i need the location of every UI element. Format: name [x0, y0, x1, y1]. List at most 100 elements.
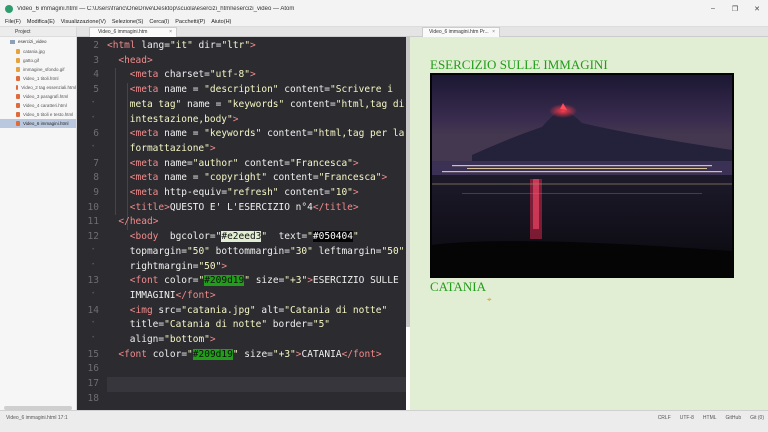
- code-token: <html: [107, 40, 142, 51]
- catania-night-photo: [430, 73, 734, 278]
- menu-help[interactable]: Aiuto(H): [211, 19, 231, 25]
- code-token: <body: [129, 231, 170, 243]
- tree-file-item[interactable]: Video_1 titoli.html: [0, 74, 76, 83]
- tree-file-label: Video_3 paragrafi.html: [23, 94, 69, 99]
- code-line[interactable]: align="bottom">: [130, 333, 216, 348]
- line-number: 5: [93, 84, 99, 96]
- minimize-icon[interactable]: –: [702, 5, 724, 12]
- line-number-gutter: 2 3 4 5 • • 6 • 7 8 9 10 11 12 • • 13 • 14 • • 15 16 17 18: [77, 37, 104, 410]
- code-editor[interactable]: 2 3 4 5 • • 6 • 7 8 9 10 11 12 • • 13 • 14 • • 15 16 17 18 <html…: [77, 37, 406, 410]
- line-number: 4: [93, 69, 99, 81]
- tree-file-item[interactable]: Video_2 tag essenziali.html: [0, 83, 76, 92]
- code-token: CATANIA: [301, 348, 342, 360]
- wrap-marker: •: [91, 334, 95, 341]
- code-line[interactable]: <meta name = "description" content="Scri…: [130, 83, 393, 98]
- line-number: 11: [87, 216, 99, 228]
- code-token: >: [381, 172, 388, 184]
- code-token: ESERCIZIO SULLE: [312, 275, 399, 287]
- code-token: >: [352, 187, 359, 198]
- catania-photo-image: [432, 75, 732, 276]
- line-number: 16: [87, 363, 99, 375]
- menu-find[interactable]: Cerca(I): [149, 19, 169, 25]
- code-token: "50": [381, 245, 405, 257]
- code-token: "bottom": [164, 334, 210, 345]
- tree-file-item[interactable]: immagine_sfondo.gif: [0, 65, 76, 74]
- code-line[interactable]: <font color="#209d19" size="+3">CATANIA<…: [118, 348, 382, 363]
- menu-edit[interactable]: Modifica(E): [27, 19, 55, 25]
- code-line[interactable]: <meta name = "copyright" content="France…: [130, 171, 387, 186]
- status-git[interactable]: Git (0): [750, 415, 764, 421]
- code-token: <meta: [129, 157, 165, 169]
- code-token: <meta: [129, 172, 165, 184]
- status-file-position[interactable]: Video_6 immagini.html 17:1: [6, 415, 68, 421]
- editor-tab[interactable]: Video_6 immagini.htm ×: [89, 27, 177, 37]
- preview-tab[interactable]: Video_6 immagini.htm Pr... ×: [422, 27, 500, 37]
- code-line[interactable]: <html lang="it" dir="ltr">: [107, 39, 256, 54]
- status-github[interactable]: GitHub: [726, 415, 742, 421]
- code-line[interactable]: intestazione,body">: [130, 113, 239, 128]
- code-line[interactable]: <meta name = "keywords" content="html,ta…: [130, 127, 405, 142]
- menu-view[interactable]: Visualizzazione(V): [61, 19, 106, 25]
- status-line-ending[interactable]: CRLF: [658, 415, 671, 421]
- tree-file-item[interactable]: Video_6 immagini.html: [0, 119, 76, 128]
- code-line[interactable]: IMMAGINI</font>: [130, 289, 216, 304]
- code-token: size=: [244, 348, 273, 360]
- wrap-marker: •: [91, 142, 95, 150]
- code-token: "+3": [272, 348, 296, 360]
- code-line[interactable]: <meta name="author" content="Francesca">: [130, 157, 359, 172]
- code-token: lang=: [141, 40, 170, 51]
- code-line[interactable]: <title>QUESTO E' L'ESERCIZIO n°4</title>: [130, 201, 359, 216]
- code-line[interactable]: meta tag" name = "keywords" content="htm…: [130, 98, 405, 113]
- project-tab[interactable]: Project: [0, 27, 76, 37]
- code-token: "refresh": [227, 187, 285, 198]
- code-token: #209d19: [204, 275, 245, 287]
- code-token: name=: [164, 157, 193, 169]
- editor-tab-bar: Video_6 immagini.htm ×: [77, 27, 410, 37]
- maximize-icon[interactable]: ❐: [724, 5, 746, 13]
- code-area[interactable]: <html lang="it" dir="ltr"> <head> <meta ch…: [107, 37, 406, 410]
- menu-file[interactable]: File(F): [5, 19, 21, 25]
- menu-selection[interactable]: Selezione(S): [112, 19, 144, 25]
- status-grammar[interactable]: HTML: [703, 415, 717, 421]
- close-preview-tab-icon[interactable]: ×: [492, 28, 495, 37]
- tree-root-folder[interactable]: esercizi_video: [0, 37, 76, 47]
- code-token: "keywords": [227, 98, 290, 110]
- close-icon[interactable]: ✕: [746, 5, 768, 13]
- code-line[interactable]: <meta charset="utf-8">: [130, 68, 256, 83]
- preview-tab-label: Video_6 immagini.htm Pr...: [429, 29, 489, 35]
- code-line[interactable]: <img src="catania.jpg" alt="Catania di n…: [130, 304, 387, 319]
- tree-file-item[interactable]: Video_4 caratteri.html: [0, 101, 76, 110]
- code-token: bottommargin=: [215, 245, 290, 257]
- tree-file-item[interactable]: Video_3 paragrafi.html: [0, 92, 76, 101]
- tree-file-item[interactable]: Video_5 titoli e testo.html: [0, 110, 76, 119]
- menu-bar: File(F) Modifica(E) Visualizzazione(V) S…: [0, 17, 768, 27]
- code-line[interactable]: rightmargin="50">: [130, 260, 227, 275]
- tree-file-item[interactable]: gatto.gif: [0, 56, 76, 65]
- code-token: <meta: [129, 187, 165, 198]
- close-tab-icon[interactable]: ×: [169, 28, 172, 37]
- code-line[interactable]: <font color="#209d19" size="+3">ESERCIZI…: [130, 274, 399, 289]
- code-line[interactable]: <body bgcolor="#e2eed3" text="#050404": [130, 230, 359, 245]
- code-token: >: [250, 40, 256, 51]
- code-token: name =: [164, 84, 205, 96]
- project-sidebar: Project esercizi_video catania.jpg gatto.…: [0, 27, 77, 410]
- tree-file-item[interactable]: catania.jpg: [0, 47, 76, 56]
- wrap-marker: •: [91, 260, 95, 268]
- status-encoding[interactable]: UTF-8: [680, 415, 694, 421]
- code-line[interactable]: <meta http-equiv="refresh" content="10">: [130, 186, 359, 201]
- code-token: "+3": [284, 275, 308, 287]
- menu-packages[interactable]: Pacchetti(P): [175, 19, 205, 25]
- code-token: <meta: [129, 128, 165, 140]
- code-token: size=: [255, 275, 285, 287]
- code-line[interactable]: title="Catania di notte" border="5": [130, 318, 330, 333]
- code-line[interactable]: topmargin="50" bottommargin="30" leftmar…: [130, 245, 405, 260]
- preview-heading: ESERCIZIO SULLE IMMAGINI: [430, 57, 608, 72]
- wrap-marker: •: [91, 98, 95, 106]
- code-token: >: [221, 260, 228, 272]
- code-line[interactable]: </head>: [118, 215, 158, 230]
- code-line[interactable]: formattazione">: [130, 142, 216, 157]
- code-line[interactable]: <head>: [118, 54, 152, 69]
- code-token: "50": [187, 245, 216, 257]
- code-token: >: [209, 142, 216, 154]
- code-token: content=: [272, 172, 319, 184]
